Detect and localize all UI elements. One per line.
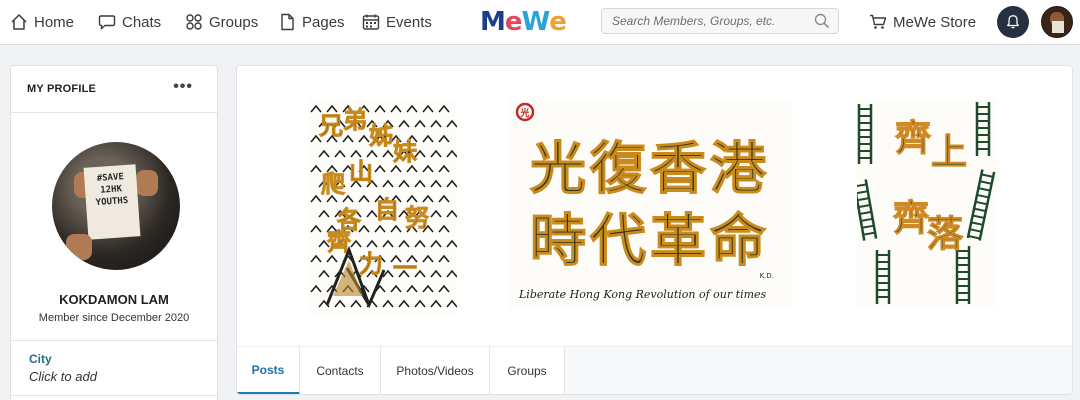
home-icon [10,13,28,31]
profile-name: KOKDAMON LAM [59,292,169,307]
user-avatar-menu[interactable] [1041,6,1073,38]
notifications-button[interactable] [997,6,1029,38]
art3-character: 齊 [893,198,929,239]
artist-signature: K.D. [760,272,774,280]
mewe-logo[interactable]: MeWe [480,6,567,38]
art1-character: 努 [405,204,429,232]
tab-posts[interactable]: Posts [237,347,300,394]
nav-groups[interactable]: Groups [185,0,258,44]
top-navigation-bar: Home Chats Groups Pages Events MeWe Sear… [0,0,1080,45]
photo-hand-right [136,170,158,196]
profile-tabs: Posts Contacts Photos/Videos Groups [237,346,1072,394]
nav-home-label: Home [34,13,75,31]
slogan-line-2: 時代革命 [530,209,770,274]
slogan-caption: Liberate Hong Kong Revolution of our tim… [518,288,767,301]
art1-character: 一 [393,254,417,282]
page-icon [278,13,296,31]
search-input[interactable] [612,14,810,28]
tab-photos-videos[interactable]: Photos/Videos [381,347,490,394]
nav-events[interactable]: Events [362,0,432,44]
art1-character: 自 [375,196,399,224]
nav-groups-label: Groups [209,13,259,31]
search-bar[interactable] [601,8,839,34]
art1-character: 兄 [318,112,343,140]
divider [11,340,217,341]
nav-chats[interactable]: Chats [98,0,161,44]
art3-character: 齊 [895,118,931,159]
photo-sign: #SAVE 12HK YOUTHS [83,164,141,240]
art3-character: 落 [927,214,964,255]
bell-icon [1005,14,1021,30]
art1-character: 弟 [343,106,367,134]
city-label: City [29,352,52,366]
profile-photo[interactable]: #SAVE 12HK YOUTHS [52,142,180,270]
art1-character: 爬 [321,170,346,198]
divider [11,395,217,396]
art1-character: 姊 [369,122,393,150]
art1-character: 山 [349,158,373,186]
more-options-icon[interactable]: ••• [173,78,193,96]
tab-contacts[interactable]: Contacts [300,347,381,394]
svg-text:光: 光 [519,107,529,119]
logo-letter-w: W [521,7,551,37]
cover-artwork-ladders: 齊上齊落 [852,100,997,306]
chat-bubble-icon [98,13,116,31]
nav-chats-label: Chats [122,13,162,31]
city-add-link[interactable]: Click to add [29,369,97,384]
groups-icon [185,13,203,31]
member-since: Member since December 2020 [38,312,190,324]
logo-letter-e2: e [549,7,567,37]
search-icon[interactable] [814,13,830,29]
nav-mewe-store[interactable]: MeWe Store [869,0,976,44]
calendar-icon [362,13,380,31]
logo-letter-m: M [480,7,506,37]
nav-pages-label: Pages [302,13,345,31]
profile-section-title-text: MY PROFILE [27,83,97,95]
slogan-line-1: 光復香港 [530,137,770,202]
nav-pages[interactable]: Pages [278,0,345,44]
nav-home[interactable]: Home [10,0,74,44]
cover-artwork-mountains: 兄弟姊妹爬山各自努力一齊 [309,100,458,314]
art3-character: 上 [931,132,967,173]
nav-store-label: MeWe Store [893,13,977,31]
profile-card: MY PROFILE ••• #SAVE 12HK YOUTHS KOKDAMO… [10,65,218,400]
photo-hand-bottom [66,234,92,260]
cover-artwork-slogan: 光 光復香港 時代革命 K.D. Liberate Hong Kong Revo… [509,100,791,308]
nav-events-label: Events [386,13,432,31]
shopping-cart-icon [869,13,887,31]
cover-card: 兄弟姊妹爬山各自努力一齊 光 光復香港 時代革命 K.D. Liberate H… [236,65,1073,395]
tab-groups[interactable]: Groups [490,347,565,394]
logo-letter-e: e [504,7,523,37]
art1-character: 力 [359,250,383,278]
art1-character: 妹 [393,138,417,166]
